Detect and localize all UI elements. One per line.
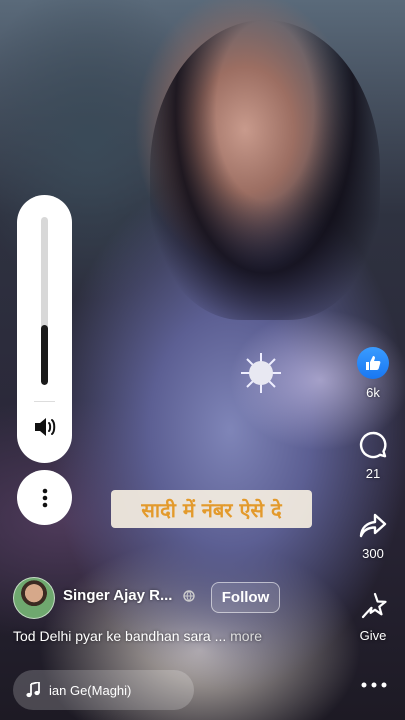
star-gift-icon	[361, 592, 387, 619]
brooch-decoration	[241, 353, 281, 393]
video-caption: सादी में नंबर ऐसे दे	[111, 490, 312, 528]
volume-level-fill	[41, 324, 48, 385]
description-text: Tod Delhi pyar ke bandhan sara ...	[13, 628, 227, 644]
vertical-dots-icon	[42, 488, 47, 507]
comment-bubble-icon	[359, 431, 387, 459]
follow-button[interactable]: Follow	[211, 582, 280, 613]
volume-divider	[34, 401, 55, 402]
like-count: 6k	[366, 385, 380, 400]
music-note-icon	[26, 682, 40, 698]
share-count: 300	[362, 546, 384, 561]
horizontal-dots-icon	[361, 682, 387, 688]
volume-track[interactable]	[41, 217, 48, 385]
music-track-pill[interactable]: ian Ge(Maghi)	[13, 670, 194, 710]
see-more-link[interactable]: more	[230, 628, 262, 644]
like-button[interactable]: 6k	[348, 347, 398, 400]
video-subject	[150, 20, 380, 320]
more-options-button[interactable]	[356, 675, 392, 695]
comment-count: 21	[365, 466, 381, 481]
volume-slider[interactable]	[17, 195, 72, 463]
comment-button[interactable]: 21	[348, 430, 398, 481]
speaker-icon[interactable]	[33, 416, 57, 438]
share-arrow-icon	[359, 513, 387, 538]
author-name[interactable]: Singer Ajay R...	[63, 587, 172, 604]
options-button[interactable]	[17, 470, 72, 525]
globe-icon	[183, 590, 195, 602]
music-title: ian Ge(Maghi)	[49, 682, 132, 698]
share-button[interactable]: 300	[348, 512, 398, 561]
post-description[interactable]: Tod Delhi pyar ke bandhan sara ... more	[13, 628, 262, 644]
give-button[interactable]: Give	[348, 592, 398, 643]
author-avatar[interactable]	[13, 577, 55, 619]
give-label: Give	[359, 628, 387, 643]
thumbs-up-icon	[357, 347, 389, 379]
